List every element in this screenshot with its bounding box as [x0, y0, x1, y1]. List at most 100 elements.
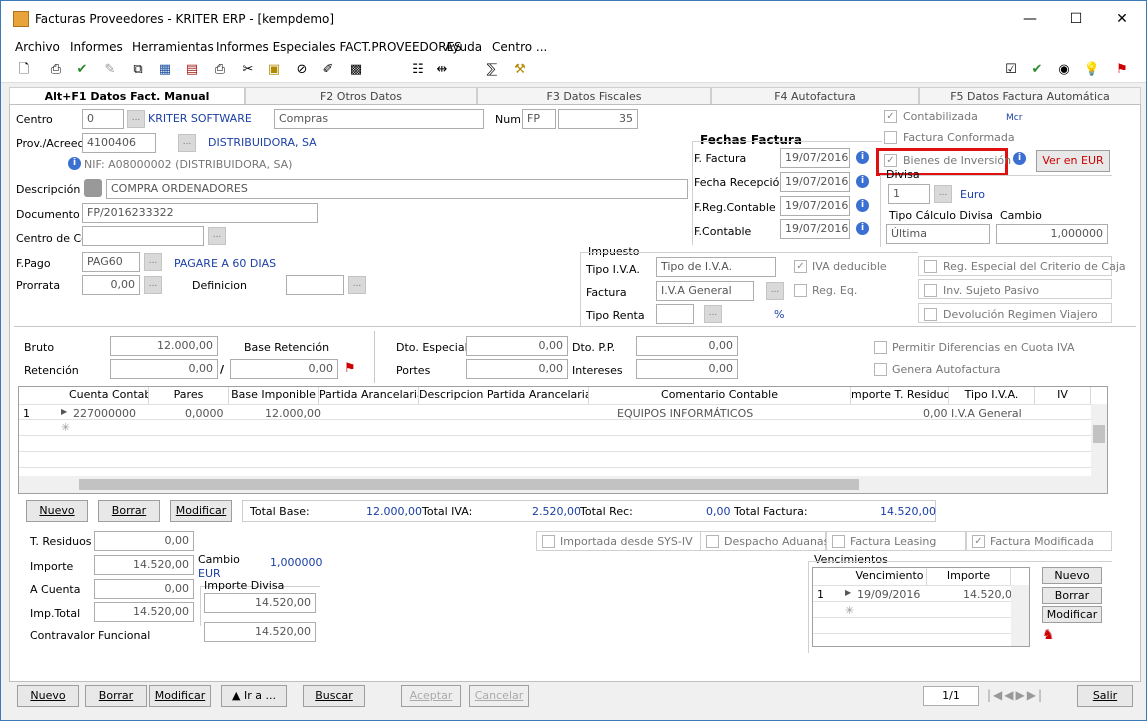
centro-input[interactable]: 0 [82, 109, 124, 129]
copy-icon[interactable]: ⧉ [129, 61, 147, 79]
paste-icon[interactable]: ▣ [265, 61, 283, 79]
acuenta-input[interactable]: 0,00 [94, 579, 194, 599]
importada-checkbox[interactable] [542, 535, 555, 548]
eye-icon[interactable]: ◉ [1055, 61, 1073, 79]
pencil-icon[interactable]: ✎ [101, 61, 119, 79]
importe-divisa-input[interactable]: 14.520,00 [204, 593, 316, 613]
bienes-info-icon[interactable]: i [1013, 152, 1026, 165]
buscar-button[interactable]: Buscar [303, 685, 365, 707]
col-comentario[interactable]: Comentario Contable [589, 387, 851, 404]
permitir-checkbox[interactable] [874, 341, 887, 354]
col-base[interactable]: Base Imponible [229, 387, 319, 404]
prov-input[interactable]: 4100406 [82, 133, 156, 153]
tab-factura-automatica[interactable]: F5 Datos Factura Automática [919, 87, 1141, 105]
tipo-calc-select[interactable]: Última [886, 224, 990, 244]
grid-modificar-button[interactable]: Modificar [170, 500, 232, 522]
bienes-checkbox[interactable]: ✓ [884, 154, 897, 167]
contravalor-input[interactable]: 14.520,00 [204, 622, 316, 642]
cancelar-button[interactable]: Cancelar [469, 685, 529, 707]
bulb-icon[interactable]: 💡 [1083, 61, 1101, 79]
printer-icon[interactable]: ⎙ [211, 61, 229, 79]
nif-info-icon[interactable]: i [68, 157, 81, 170]
divisa-lookup-button[interactable]: ... [934, 185, 952, 203]
tipo-renta-lookup-button[interactable]: ... [704, 305, 722, 323]
importe-input[interactable]: 14.520,00 [94, 555, 194, 575]
definicion-input[interactable] [286, 275, 344, 295]
centro-lookup-button[interactable]: ... [127, 110, 145, 128]
columns-icon[interactable]: ⇹ [433, 61, 451, 79]
salir-button[interactable]: Salir [1077, 685, 1133, 707]
ver-eur-button[interactable]: Ver en EUR [1036, 150, 1110, 172]
table-icon[interactable]: ▦ [156, 61, 174, 79]
new-doc-icon[interactable]: 🗋 [15, 61, 33, 79]
fpago-lookup-button[interactable]: ... [144, 253, 162, 271]
definicion-lookup-button[interactable]: ... [348, 276, 366, 294]
f-cont-info-icon[interactable]: i [856, 222, 869, 235]
tab-autofactura[interactable]: F4 Autofactura [711, 87, 919, 105]
venc-col-vencimiento[interactable]: Vencimiento [853, 568, 927, 585]
dto-especial-input[interactable]: 0,00 [466, 336, 568, 356]
col-tipo-iva[interactable]: Tipo I.V.A. [949, 387, 1035, 404]
factura-iva-input[interactable]: I.V.A General [656, 281, 754, 301]
f-recep-input[interactable]: 19/07/2016 [780, 172, 850, 192]
leasing-checkbox[interactable] [832, 535, 845, 548]
venc-vscrollbar[interactable] [1011, 585, 1029, 646]
devolucion-checkbox[interactable] [924, 308, 937, 321]
venc-modificar-button[interactable]: Modificar [1042, 606, 1102, 623]
venc-nuevo-button[interactable]: Nuevo [1042, 567, 1102, 584]
menu-informes-especiales[interactable]: Informes Especiales FACT.PROVEEDORES [216, 40, 462, 54]
modificada-checkbox[interactable]: ✓ [972, 535, 985, 548]
tab-datos-fiscales[interactable]: F3 Datos Fiscales [477, 87, 711, 105]
retencion-val-input[interactable]: 0,00 [230, 359, 338, 379]
f-recep-info-icon[interactable]: i [856, 175, 869, 188]
imptotal-input[interactable]: 14.520,00 [94, 602, 194, 622]
divisa-input[interactable]: 1 [888, 184, 930, 204]
prorrata-lookup-button[interactable]: ... [144, 276, 162, 294]
centro-coste-input[interactable] [82, 226, 204, 246]
menu-archivo[interactable]: Archivo [15, 40, 60, 54]
descripcion-input[interactable]: COMPRA ORDENADORES [106, 179, 688, 199]
prorrata-input[interactable]: 0,00 [82, 275, 140, 295]
maximize-button[interactable]: ☐ [1053, 1, 1099, 37]
menu-ayuda[interactable]: Ayuda [445, 40, 482, 54]
reg-especial-checkbox[interactable] [924, 260, 937, 273]
grid-hscroll-thumb[interactable] [79, 479, 859, 490]
fpago-input[interactable]: PAG60 [82, 252, 140, 272]
list-icon[interactable]: ☷ [409, 61, 427, 79]
money-bag-icon[interactable]: ♞ [1042, 627, 1055, 643]
col-residuos[interactable]: mporte T. Residuos [851, 387, 949, 404]
retencion-pct-input[interactable]: 0,00 [110, 359, 218, 379]
menu-informes[interactable]: Informes [70, 40, 123, 54]
tipo-renta-input[interactable] [656, 304, 694, 324]
aceptar-button[interactable]: Aceptar [401, 685, 461, 707]
f-factura-input[interactable]: 19/07/2016 [780, 148, 850, 168]
f-factura-info-icon[interactable]: i [856, 151, 869, 164]
genera-checkbox[interactable] [874, 363, 887, 376]
inv-sujeto-checkbox[interactable] [924, 284, 937, 297]
check-green-icon[interactable]: ✔ [1028, 61, 1046, 79]
attach-icon[interactable]: ✐ [319, 61, 337, 79]
borrar-button[interactable]: Borrar [85, 685, 147, 707]
contabilizada-checkbox[interactable]: ✓ [884, 110, 897, 123]
bruto-input[interactable]: 12.000,00 [110, 336, 218, 356]
conformada-checkbox[interactable] [884, 131, 897, 144]
despacho-checkbox[interactable] [706, 535, 719, 548]
intereses-input[interactable]: 0,00 [636, 359, 738, 379]
num-value-input[interactable]: 35 [558, 109, 638, 129]
minimize-button[interactable]: — [1007, 1, 1053, 37]
col-partida[interactable]: Partida Arancelaria [319, 387, 419, 404]
col-cuenta[interactable]: Cuenta Contable [69, 387, 149, 404]
f-reg-info-icon[interactable]: i [856, 199, 869, 212]
modificar-button[interactable]: Modificar [149, 685, 211, 707]
documento-input[interactable]: FP/2016233322 [82, 203, 318, 223]
grid-nuevo-button[interactable]: Nuevo [26, 500, 88, 522]
filter-icon[interactable]: ⚒ [511, 61, 529, 79]
grid-vscroll-thumb[interactable] [1093, 425, 1105, 443]
checkbox-icon[interactable]: ☑ [1002, 61, 1020, 79]
check-icon[interactable]: ✔ [73, 61, 91, 79]
centro-coste-lookup-button[interactable]: ... [208, 227, 226, 245]
num-serie-input[interactable]: FP [522, 109, 556, 129]
grid-borrar-button[interactable]: Borrar [98, 500, 160, 522]
venc-cell-fecha[interactable]: 19/09/2016 [857, 588, 920, 601]
close-button[interactable]: ✕ [1099, 1, 1145, 37]
